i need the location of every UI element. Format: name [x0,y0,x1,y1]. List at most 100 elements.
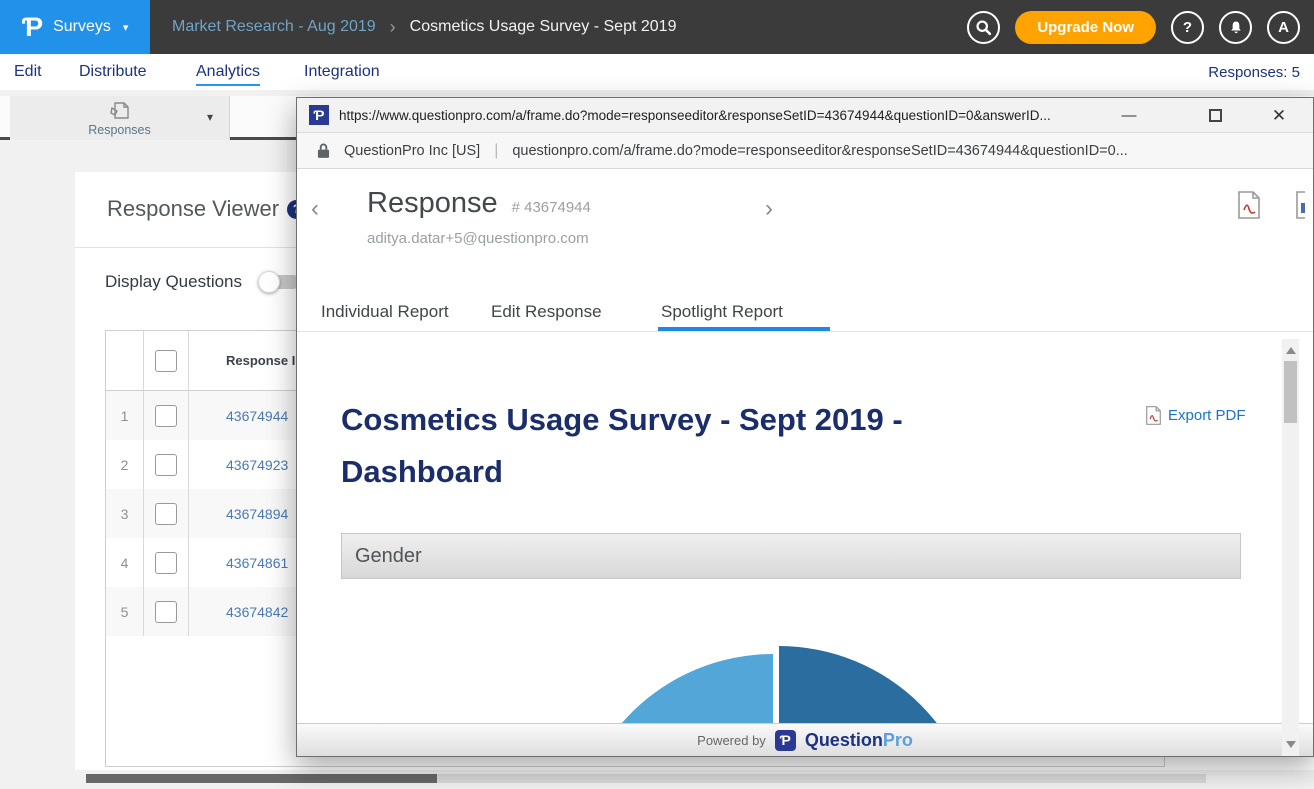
toggle-knob [258,271,280,293]
viewer-title-row: Response Viewer ? [107,196,306,222]
scroll-up-arrow-icon[interactable] [1286,347,1296,354]
export-doc-icon-button[interactable] [1296,191,1305,219]
lock-icon [317,142,330,159]
report-title: Cosmetics Usage Survey - Sept 2019 - Das… [341,394,971,498]
toolbar-caret-icon[interactable]: ▾ [207,110,213,124]
row-checkbox[interactable] [155,503,177,525]
surveys-dropdown[interactable]: Ƥ Surveys ▾ [0,0,150,54]
responses-count: Responses: 5 [1208,54,1300,90]
maximize-icon [1209,109,1222,122]
gender-chart-area [341,579,1241,723]
responses-toolbar-label: Responses [10,123,229,137]
gender-chart-panel: Gender [341,533,1241,723]
response-id-link[interactable]: 43674944 [226,408,288,424]
tab-edit[interactable]: Edit [14,54,42,90]
row-checkbox[interactable] [155,405,177,427]
row-number: 3 [106,489,144,538]
doc-file-icon [1296,191,1305,219]
row-number: 2 [106,440,144,489]
tab-individual-report[interactable]: Individual Report [321,291,449,332]
page-title: Response Viewer [107,196,279,222]
row-checkbox[interactable] [155,454,177,476]
row-number: 5 [106,587,144,636]
select-all-cell [144,331,189,390]
select-all-checkbox[interactable] [155,350,177,372]
display-questions-toggle[interactable] [260,275,300,289]
tab-distribute[interactable]: Distribute [79,54,147,90]
account-avatar[interactable]: A [1267,11,1300,44]
bell-icon [1228,19,1244,36]
export-pdf-label: Export PDF [1168,407,1246,424]
response-title-row: Response # 43674944 [367,187,591,220]
survey-nav-bar: Edit Distribute Analytics Integration Re… [0,54,1314,90]
tab-integration[interactable]: Integration [304,54,380,90]
questionpro-footer-logo-icon[interactable]: Ƥ [775,730,796,751]
powered-by-label: Powered by [697,733,766,748]
search-button[interactable] [967,11,1000,44]
surveys-label: Surveys [53,18,111,36]
horizontal-scrollbar[interactable] [86,774,1206,783]
questionpro-logo-icon: Ƥ [22,14,43,41]
vertical-scrollbar-thumb[interactable] [1284,361,1297,423]
display-questions-label: Display Questions [105,272,242,292]
row-checkbox[interactable] [155,601,177,623]
notifications-button[interactable] [1219,11,1252,44]
export-pdf-icon-button[interactable] [1238,191,1260,219]
response-id-header-label: Response ID [226,353,305,368]
pdf-icon [1146,406,1161,425]
gender-section-header: Gender [341,533,1241,579]
brand-question: Question [805,730,883,750]
breadcrumb-parent-link[interactable]: Market Research - Aug 2019 [172,18,376,36]
report-tabs: Individual Report Edit Response Spotligh… [297,291,1313,332]
response-id-value: # 43674944 [512,199,591,216]
maximize-button[interactable] [1195,98,1235,133]
responses-toolbar-button[interactable]: Responses ▾ [10,96,230,140]
response-id-link[interactable]: 43674861 [226,555,288,571]
row-number: 1 [106,391,144,440]
display-questions-row: Display Questions [105,272,300,292]
export-pdf-link[interactable]: Export PDF [1146,406,1246,425]
close-button[interactable]: ✕ [1259,98,1299,133]
search-icon [975,19,992,36]
response-id-link[interactable]: 43674894 [226,506,288,522]
certificate-org: QuestionPro Inc [US] [344,143,480,159]
response-editor-popup-window: Ƥ https://www.questionpro.com/a/frame.do… [296,97,1314,757]
upgrade-now-button[interactable]: Upgrade Now [1015,11,1156,44]
help-button[interactable]: ? [1171,11,1204,44]
breadcrumb-current: Cosmetics Usage Survey - Sept 2019 [410,18,677,36]
popup-vertical-scrollbar[interactable] [1282,339,1299,756]
popup-title-bar[interactable]: Ƥ https://www.questionpro.com/a/frame.do… [297,98,1313,133]
questionpro-favicon-icon: Ƥ [309,105,329,125]
responses-icon [108,100,132,120]
popup-window-title: https://www.questionpro.com/a/frame.do?m… [339,98,1099,133]
previous-response-button[interactable]: ‹ [311,197,319,221]
row-number: 4 [106,538,144,587]
questionpro-brand-link[interactable]: QuestionPro [805,730,913,751]
scroll-down-arrow-icon[interactable] [1286,741,1296,748]
header-actions: Upgrade Now ? A [967,0,1300,54]
tab-spotlight-report[interactable]: Spotlight Report [661,291,783,332]
tab-edit-response[interactable]: Edit Response [491,291,602,332]
next-response-button[interactable]: › [765,197,773,221]
top-header-bar: Ƥ Surveys ▾ Market Research - Aug 2019 ›… [0,0,1314,54]
row-checkbox[interactable] [155,552,177,574]
respondent-email: aditya.datar+5@questionpro.com [367,230,589,247]
tab-analytics[interactable]: Analytics [196,54,260,90]
security-url-bar: QuestionPro Inc [US] | questionpro.com/a… [297,133,1313,169]
spotlight-report-body: Cosmetics Usage Survey - Sept 2019 - Das… [297,332,1313,756]
minimize-button[interactable]: — [1109,98,1149,133]
pie-slice-right [779,646,979,723]
question-mark-icon: ? [1183,19,1192,36]
avatar-initial: A [1278,19,1289,36]
response-title: Response [367,187,498,220]
active-tab-underline [658,327,830,331]
response-id-link[interactable]: 43674842 [226,604,288,620]
screen: Ƥ Surveys ▾ Market Research - Aug 2019 ›… [0,0,1314,789]
powered-by-footer: Powered by Ƥ QuestionPro [297,723,1313,756]
breadcrumb: Market Research - Aug 2019 › Cosmetics U… [172,0,676,54]
breadcrumb-separator-icon: › [390,17,396,38]
horizontal-scrollbar-thumb[interactable] [86,774,437,783]
securitybar-url: questionpro.com/a/frame.do?mode=response… [512,143,1272,159]
securitybar-divider: | [494,142,498,160]
response-id-link[interactable]: 43674923 [226,457,288,473]
